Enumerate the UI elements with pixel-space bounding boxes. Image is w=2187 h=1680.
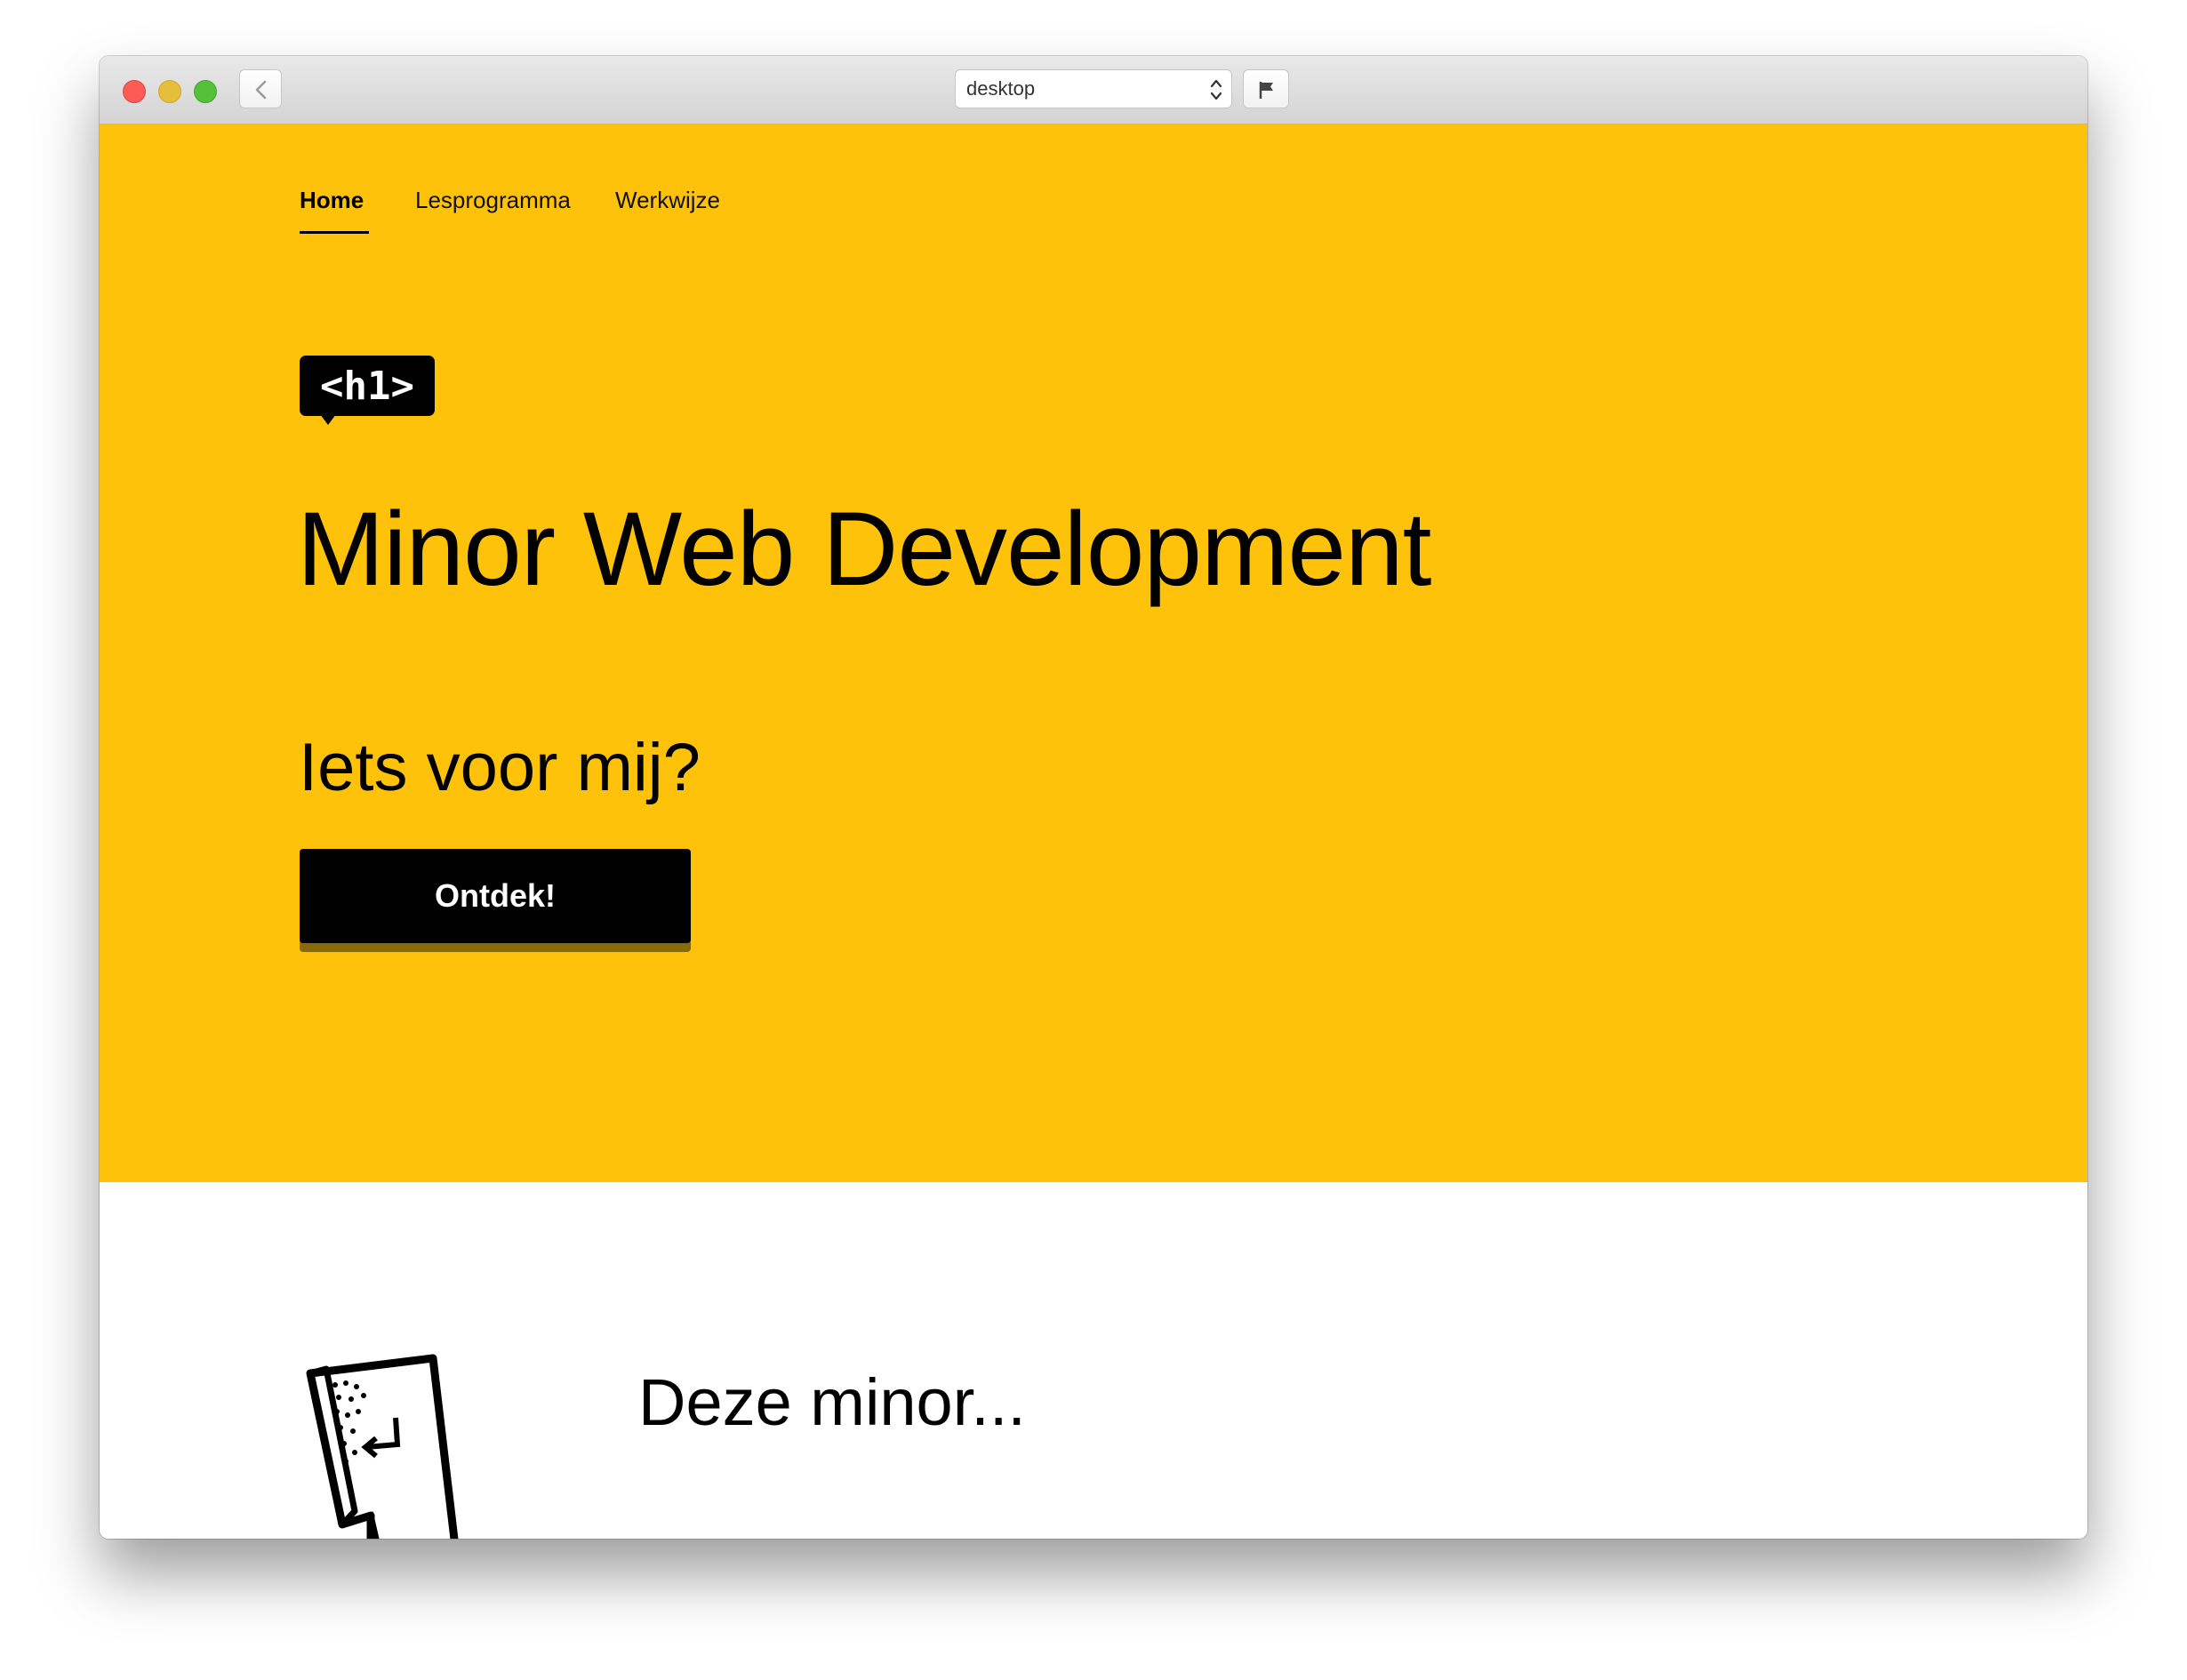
maximize-icon[interactable] bbox=[194, 80, 217, 103]
badge-tail bbox=[320, 414, 336, 425]
browser-window: desktop Home Lesprogramma Werkwijze <h1> bbox=[100, 56, 2087, 1539]
h1-badge-label: <h1> bbox=[320, 363, 414, 409]
minimize-icon[interactable] bbox=[158, 80, 181, 103]
page-title: Minor Web Development bbox=[297, 491, 1431, 608]
device-select[interactable]: desktop bbox=[955, 69, 1232, 108]
h1-badge: <h1> bbox=[300, 356, 435, 425]
close-icon[interactable] bbox=[123, 80, 146, 103]
nav-item-werkwijze[interactable]: Werkwijze bbox=[615, 187, 720, 214]
page-viewport: Home Lesprogramma Werkwijze <h1> Minor W… bbox=[100, 124, 2087, 1539]
back-arrow-icon bbox=[255, 80, 267, 100]
select-chevrons-icon bbox=[1210, 79, 1222, 100]
nav-item-home[interactable]: Home bbox=[300, 187, 364, 214]
flag-button[interactable] bbox=[1243, 69, 1289, 108]
nav-item-lesprogramma[interactable]: Lesprogramma bbox=[415, 187, 571, 214]
browser-titlebar: desktop bbox=[100, 56, 2087, 124]
device-select-value: desktop bbox=[966, 77, 1036, 100]
section-heading: Deze minor... bbox=[638, 1365, 1026, 1439]
hero-subtitle: Iets voor mij? bbox=[299, 730, 701, 805]
flag-icon bbox=[1259, 82, 1273, 99]
back-button[interactable] bbox=[239, 69, 282, 108]
discover-button[interactable]: Ontdek! bbox=[300, 849, 691, 943]
active-nav-underline bbox=[300, 231, 369, 234]
phone-illustration bbox=[306, 1354, 459, 1539]
hero-section: Home Lesprogramma Werkwijze <h1> Minor W… bbox=[100, 124, 2087, 1182]
